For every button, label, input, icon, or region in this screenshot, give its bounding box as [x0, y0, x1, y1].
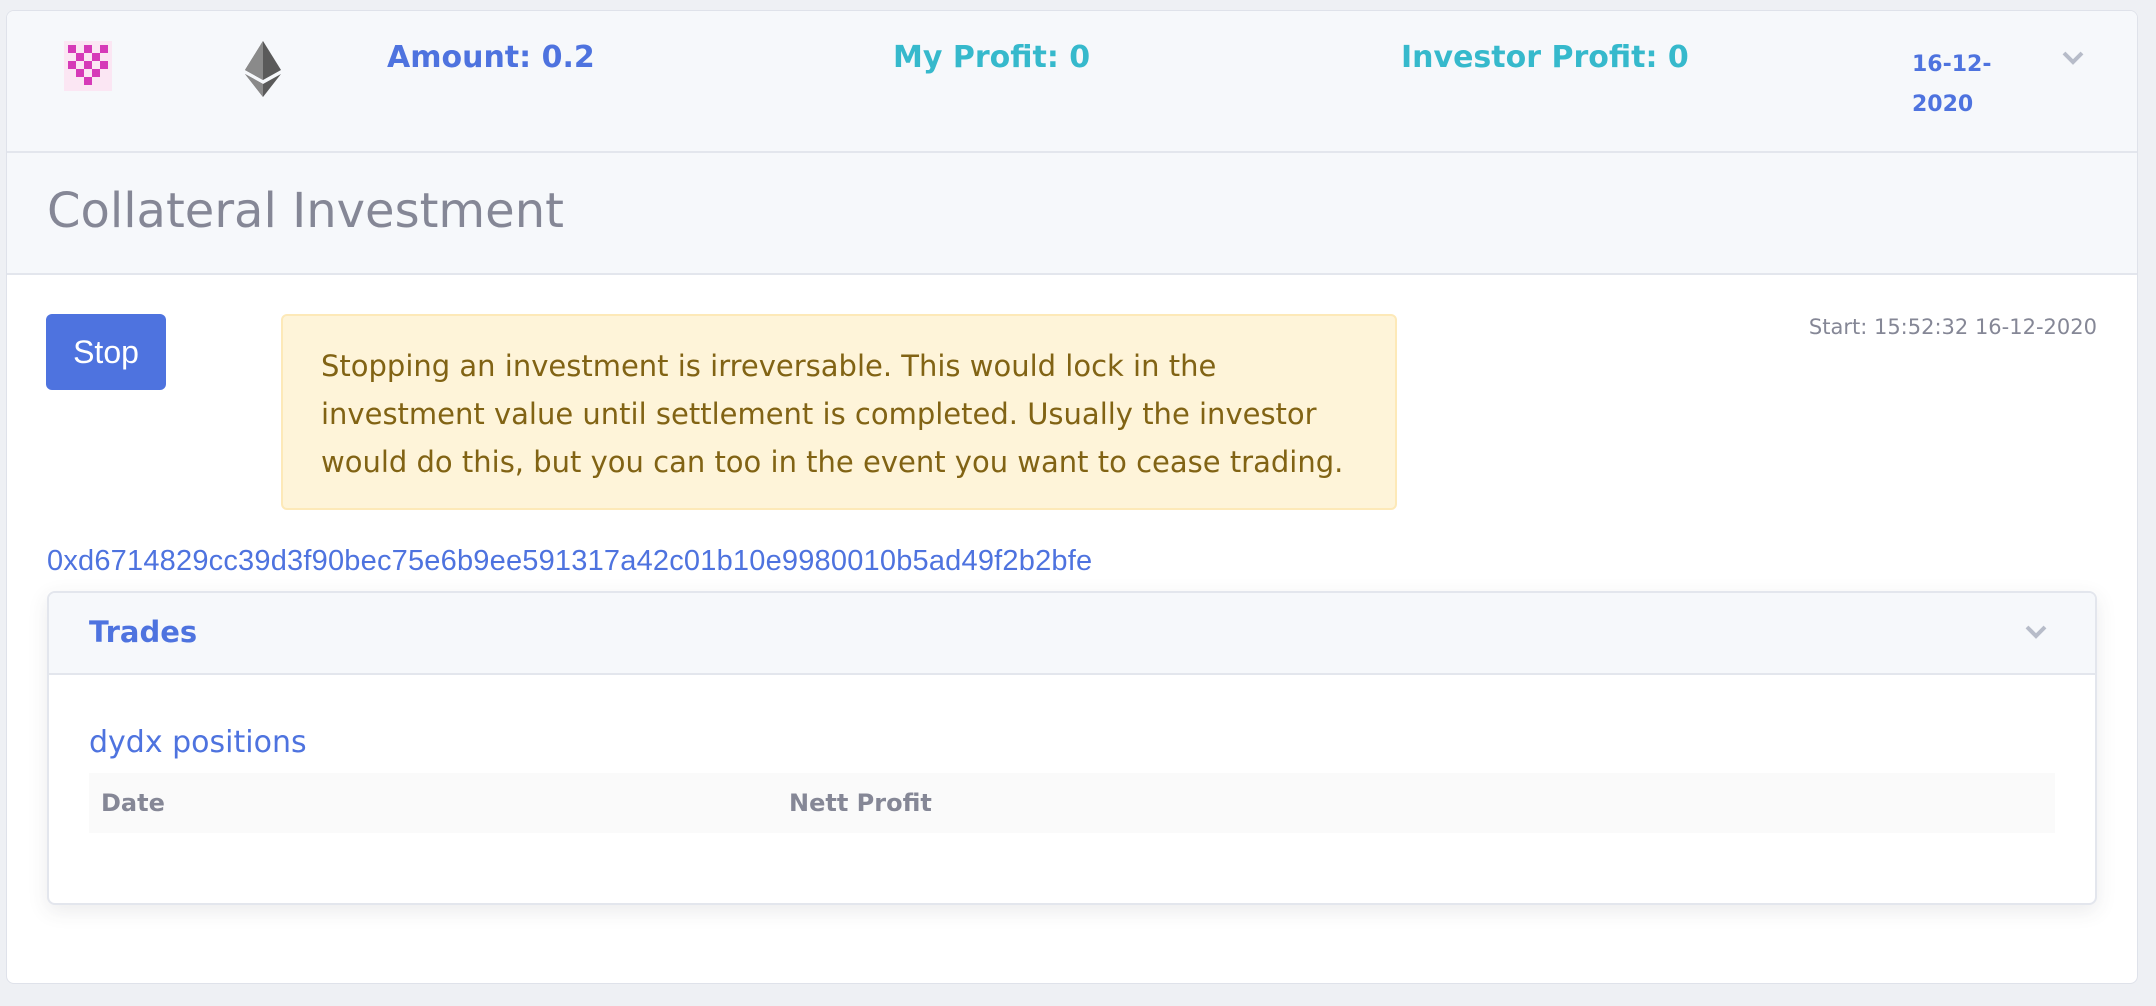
investment-date: 16-12-2020 — [1912, 52, 1992, 117]
investment-header: Collateral Investment — [7, 153, 2137, 275]
table-header-row: Date Nett Profit — [89, 773, 2055, 833]
column-header-date: Date — [101, 789, 165, 817]
trades-title: Trades — [89, 615, 198, 649]
column-header-nett-profit: Nett Profit — [789, 789, 932, 817]
positions-table: Date Nett Profit — [89, 773, 2055, 833]
chevron-down-icon[interactable] — [2024, 623, 2048, 641]
stop-warning-alert: Stopping an investment is irreversable. … — [281, 314, 1397, 510]
token-logo-icon — [64, 41, 112, 91]
investment-title: Collateral Investment — [47, 183, 564, 239]
chevron-down-icon[interactable] — [2061, 49, 2085, 67]
ethereum-icon — [245, 41, 281, 97]
my-profit-value: My Profit: 0 — [893, 40, 1091, 75]
dydx-positions-title: dydx positions — [89, 725, 307, 760]
amount-value: Amount: 0.2 — [387, 40, 595, 75]
start-timestamp: Start: 15:52:32 16-12-2020 — [1808, 315, 2097, 339]
trades-panel: Trades dydx positions Date Nett Profit — [47, 591, 2097, 905]
investment-summary-row[interactable]: Amount: 0.2 My Profit: 0 Investor Profit… — [7, 11, 2137, 153]
transaction-hash-link[interactable]: 0xd6714829cc39d3f90bec75e6b9ee591317a42c… — [47, 545, 1092, 578]
investment-card: Amount: 0.2 My Profit: 0 Investor Profit… — [6, 10, 2138, 984]
trades-panel-header[interactable]: Trades — [49, 593, 2095, 675]
stop-button[interactable]: Stop — [46, 314, 166, 390]
investor-profit-value: Investor Profit: 0 — [1401, 40, 1689, 75]
